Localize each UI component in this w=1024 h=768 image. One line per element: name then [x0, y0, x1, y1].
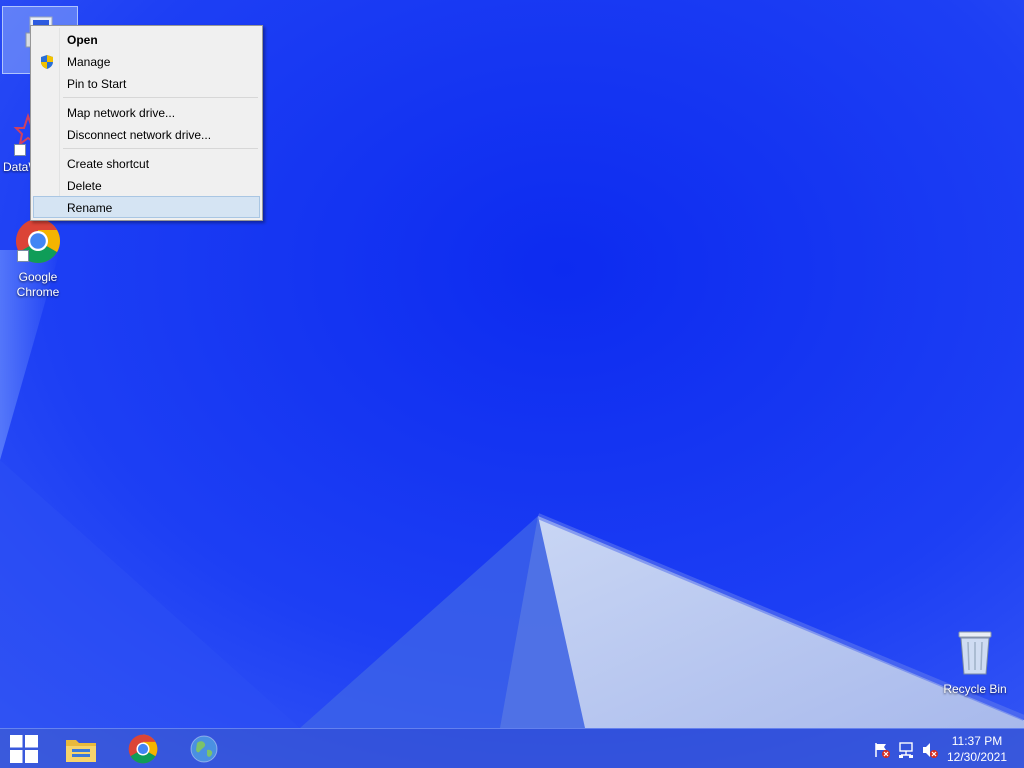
chrome-icon — [128, 734, 158, 764]
menu-item-label: Pin to Start — [67, 77, 127, 91]
menu-item-label: Create shortcut — [67, 157, 150, 171]
desktop-icon-label: Recycle Bin — [943, 682, 1007, 696]
menu-separator — [63, 97, 258, 98]
menu-item-map-network-drive[interactable]: Map network drive... — [33, 101, 260, 123]
globe-icon — [190, 735, 218, 763]
desktop[interactable]: DataW Google Chrome Recycle Bin Open Man… — [0, 0, 1024, 768]
clock[interactable]: 11:37 PM 12/30/2021 — [942, 733, 1012, 765]
clock-time: 11:37 PM — [951, 734, 1003, 748]
shortcut-arrow-icon — [17, 250, 29, 262]
menu-item-disconnect-network-drive[interactable]: Disconnect network drive... — [33, 123, 260, 145]
chrome-button[interactable] — [114, 729, 172, 768]
action-center-flag-icon[interactable] — [873, 741, 891, 759]
menu-item-manage[interactable]: Manage — [33, 50, 260, 72]
menu-item-open[interactable]: Open — [33, 28, 260, 50]
menu-item-create-shortcut[interactable]: Create shortcut — [33, 152, 260, 174]
context-menu: Open Manage Pin to Start Map network dri… — [30, 25, 263, 221]
file-explorer-icon — [66, 740, 96, 762]
desktop-icon-chrome[interactable]: Google Chrome — [0, 218, 76, 300]
menu-item-label: Disconnect network drive... — [67, 128, 212, 142]
clock-date: 12/30/2021 — [946, 750, 1008, 764]
menu-item-label: Open — [67, 33, 98, 47]
internet-explorer-button[interactable] — [176, 729, 234, 768]
recycle-bin-icon — [958, 631, 992, 675]
shortcut-arrow-icon — [14, 144, 26, 156]
menu-item-rename[interactable]: Rename — [33, 196, 260, 218]
menu-item-label: Rename — [67, 201, 113, 215]
taskbar: 11:37 PM 12/30/2021 — [0, 728, 1024, 768]
menu-separator — [63, 148, 258, 149]
desktop-icon-label: Google Chrome — [16, 270, 60, 299]
menu-item-delete[interactable]: Delete — [33, 174, 260, 196]
menu-item-label: Map network drive... — [67, 106, 176, 120]
windows-logo-icon — [10, 735, 38, 763]
file-explorer-button[interactable] — [52, 729, 110, 768]
menu-item-pin-to-start[interactable]: Pin to Start — [33, 72, 260, 94]
desktop-icon-recycle-bin[interactable]: Recycle Bin — [937, 630, 1013, 697]
menu-item-label: Delete — [67, 179, 102, 193]
menu-item-label: Manage — [67, 55, 111, 69]
volume-muted-icon[interactable] — [921, 741, 939, 759]
uac-shield-icon — [41, 55, 53, 69]
start-button[interactable] — [0, 729, 58, 768]
network-icon[interactable] — [897, 741, 915, 759]
